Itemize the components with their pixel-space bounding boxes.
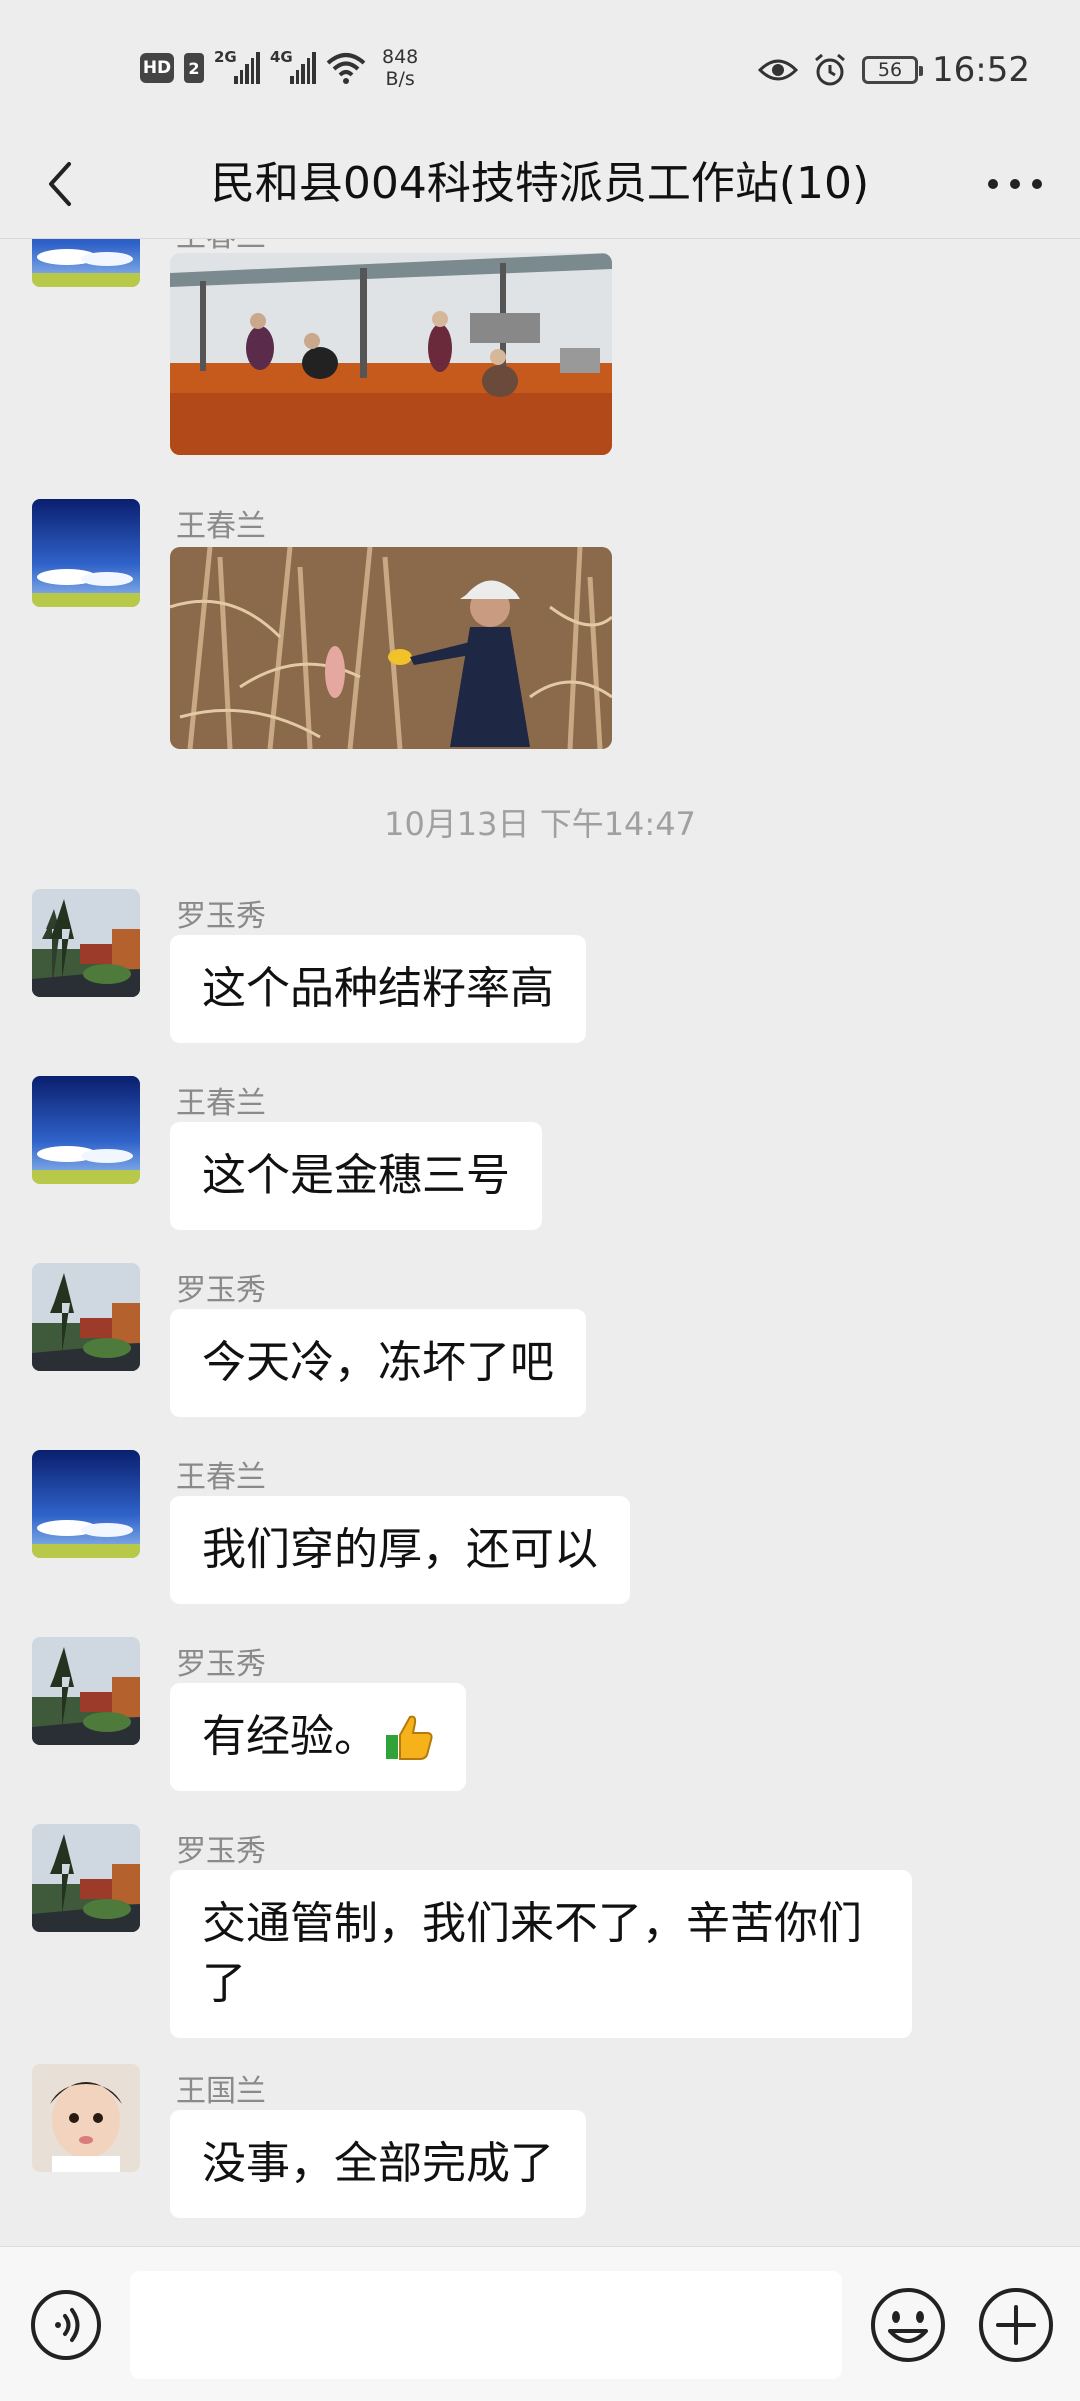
avatar[interactable] bbox=[32, 499, 140, 607]
chat-title: 民和县004科技特派员工作站(10) bbox=[210, 158, 870, 209]
status-bar: HD 2 2G 4G 848 B/s 56 16:52 bbox=[0, 0, 1080, 130]
timestamp: 10月13日 下午14:47 bbox=[384, 805, 696, 843]
avatar[interactable] bbox=[32, 1450, 140, 1558]
sender-name: 王国兰 bbox=[176, 2074, 266, 2109]
message-input[interactable] bbox=[130, 2271, 842, 2379]
sender-name: 罗玉秀 bbox=[176, 1834, 266, 1869]
message-item: 王国兰 没事，全部完成了 bbox=[0, 2064, 1080, 2224]
status-left: HD 2 2G 4G 848 B/s bbox=[140, 38, 418, 98]
message-bubble[interactable]: 今天冷，冻坏了吧 bbox=[170, 1309, 586, 1417]
message-item: 罗玉秀 这个品种结籽率高 bbox=[0, 889, 1080, 1049]
title-bar: 民和县004科技特派员工作站(10) bbox=[0, 130, 1080, 239]
sender-name: 罗玉秀 bbox=[176, 1273, 266, 1308]
avatar[interactable] bbox=[32, 1076, 140, 1184]
more-button[interactable] bbox=[980, 154, 1050, 214]
voice-icon bbox=[31, 2290, 101, 2360]
message-item: 罗玉秀 交通管制，我们来不了，辛苦你们了 bbox=[0, 1824, 1080, 2044]
sender-name: 罗玉秀 bbox=[176, 899, 266, 934]
sim-badge: 2 bbox=[184, 53, 204, 83]
eye-icon bbox=[758, 59, 799, 81]
input-bar bbox=[0, 2246, 1080, 2401]
status-right: 56 16:52 bbox=[758, 40, 1030, 100]
message-bubble[interactable]: 我们穿的厚，还可以 bbox=[170, 1496, 630, 1604]
plus-icon bbox=[979, 2288, 1053, 2362]
message-item: 王春兰 我们穿的厚，还可以 bbox=[0, 1450, 1080, 1610]
message-item: 王春兰 这个是金穗三号 bbox=[0, 1076, 1080, 1236]
signal-4g-icon: 4G bbox=[270, 48, 316, 84]
avatar[interactable] bbox=[32, 1824, 140, 1932]
emoji-button[interactable] bbox=[870, 2287, 946, 2363]
signal-2g-icon: 2G bbox=[214, 48, 260, 84]
message-bubble[interactable]: 交通管制，我们来不了，辛苦你们了 bbox=[170, 1870, 912, 2038]
sender-name: 王春兰 bbox=[176, 509, 266, 544]
voice-button[interactable] bbox=[30, 2289, 102, 2361]
avatar[interactable] bbox=[32, 1637, 140, 1745]
chat-list-lower[interactable]: 罗玉秀 今天冷，冻坏了吧 王春兰 我们穿的厚，还可以 罗玉秀 有经验。 罗玉秀 … bbox=[0, 1245, 1080, 2245]
avatar[interactable] bbox=[32, 239, 140, 287]
sender-name: 罗玉秀 bbox=[176, 1647, 266, 1682]
alarm-icon bbox=[815, 53, 845, 86]
battery-icon: 56 bbox=[862, 56, 924, 84]
avatar[interactable] bbox=[32, 1263, 140, 1371]
message-bubble[interactable]: 没事，全部完成了 bbox=[170, 2110, 586, 2218]
message-item: 罗玉秀 有经验。 bbox=[0, 1637, 1080, 1797]
avatar[interactable] bbox=[32, 2064, 140, 2172]
chat-list[interactable]: 王春兰 10月13日 下午14:47 罗玉秀 这个品种结籽率高 王春兰 这个是金… bbox=[0, 239, 1080, 1245]
message-bubble[interactable]: 这个品种结籽率高 bbox=[170, 935, 586, 1043]
network-speed: 848 B/s bbox=[382, 46, 419, 90]
message-bubble[interactable]: 有经验。 bbox=[170, 1683, 466, 1791]
message-text: 有经验。 bbox=[202, 1711, 378, 1762]
more-actions-button[interactable] bbox=[978, 2287, 1054, 2363]
message-item: 王春兰 bbox=[0, 239, 1080, 455]
clock: 16:52 bbox=[932, 50, 1030, 90]
hd-badge: HD bbox=[140, 53, 174, 83]
image-message[interactable] bbox=[170, 253, 612, 455]
more-dots-icon bbox=[988, 179, 1042, 189]
image-message[interactable] bbox=[170, 547, 612, 749]
back-button[interactable] bbox=[30, 154, 90, 214]
chevron-left-icon bbox=[49, 162, 71, 206]
sender-name: 王春兰 bbox=[176, 1460, 266, 1495]
thumbs-up-icon bbox=[386, 1715, 433, 1760]
message-bubble[interactable]: 这个是金穗三号 bbox=[170, 1122, 542, 1230]
wifi-icon bbox=[326, 53, 366, 84]
sender-name: 王春兰 bbox=[176, 1086, 266, 1121]
avatar[interactable] bbox=[32, 889, 140, 997]
emoji-icon bbox=[871, 2288, 945, 2362]
message-item: 王春兰 bbox=[0, 499, 1080, 759]
message-item: 罗玉秀 今天冷，冻坏了吧 bbox=[0, 1263, 1080, 1423]
